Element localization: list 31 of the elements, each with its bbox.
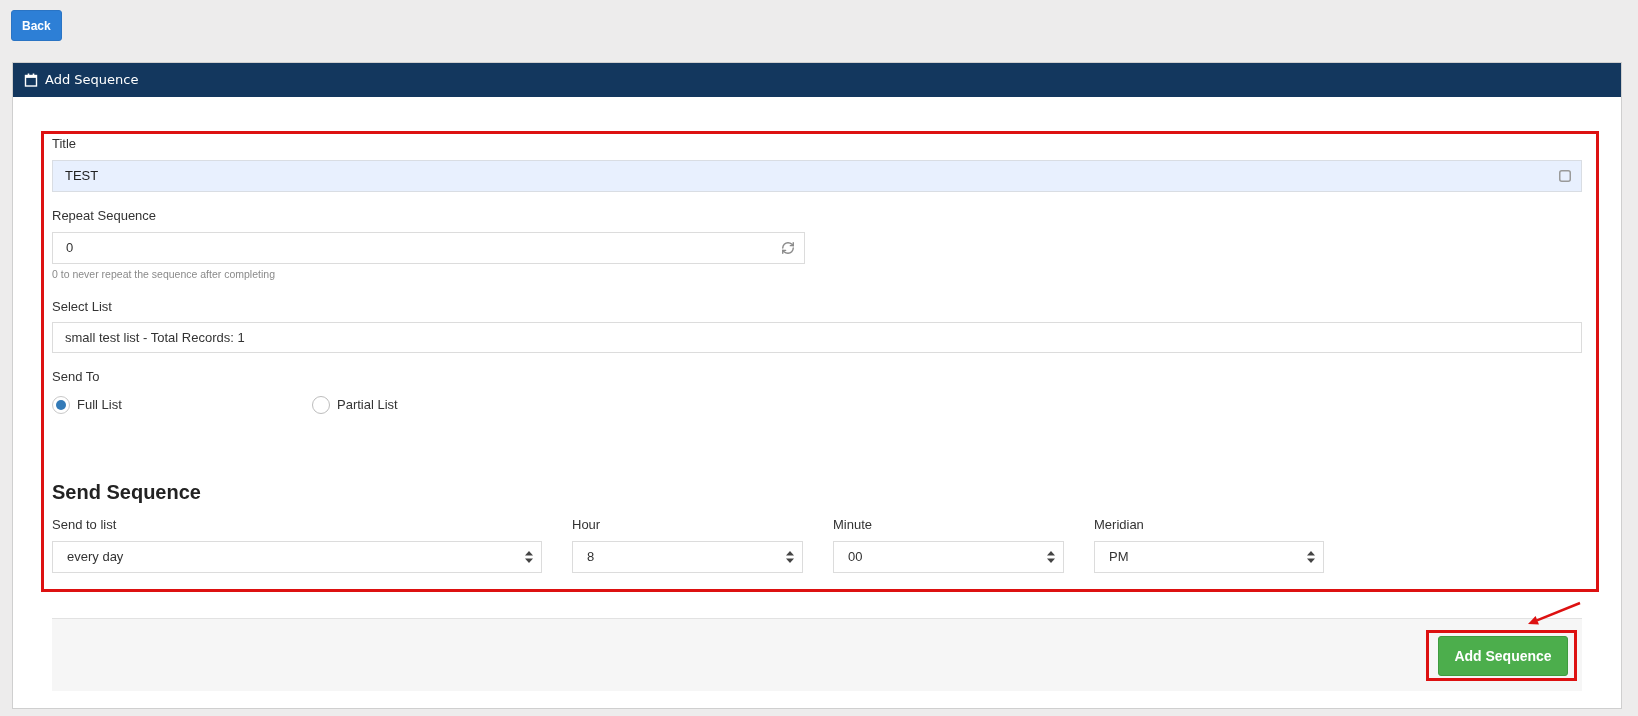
- field-label: Select List: [52, 298, 112, 316]
- text-field[interactable]: TEST: [52, 160, 1582, 192]
- field-label: Send to list: [52, 516, 117, 534]
- panel-title: Add Sequence: [45, 71, 139, 90]
- radio-label[interactable]: Partial List: [337, 395, 398, 415]
- radio-button[interactable]: [312, 396, 330, 414]
- radio-button[interactable]: [52, 396, 70, 414]
- help-text: 0 to never repeat the sequence after completing: [52, 267, 275, 281]
- number-field[interactable]: 0: [52, 232, 805, 264]
- checkbox-icon: [1559, 170, 1571, 182]
- calendar-icon: [24, 73, 38, 87]
- field-label: Repeat Sequence: [52, 207, 157, 225]
- list-field[interactable]: small test list - Total Records: 1: [52, 322, 1582, 353]
- sort-arrows-icon: [786, 551, 794, 563]
- dropdown[interactable]: every day: [52, 541, 542, 573]
- field-label: Minute: [833, 516, 873, 534]
- sort-arrows-icon: [525, 551, 533, 563]
- field-label: Hour: [572, 516, 601, 534]
- field-label: Title: [52, 135, 77, 153]
- sort-arrows-icon: [1047, 551, 1055, 563]
- back-button[interactable]: Back: [11, 10, 62, 41]
- sort-arrows-icon: [1307, 551, 1315, 563]
- dropdown[interactable]: 8: [572, 541, 803, 573]
- dropdown[interactable]: PM: [1094, 541, 1324, 573]
- pointer-arrow: [1528, 601, 1581, 625]
- section-heading: Send Sequence: [52, 480, 201, 505]
- dropdown[interactable]: 00: [833, 541, 1064, 573]
- refresh-icon[interactable]: [781, 241, 795, 255]
- radio-label[interactable]: Full List: [77, 395, 122, 415]
- field-label: Meridian: [1094, 516, 1144, 534]
- field-label: Send To: [52, 368, 100, 386]
